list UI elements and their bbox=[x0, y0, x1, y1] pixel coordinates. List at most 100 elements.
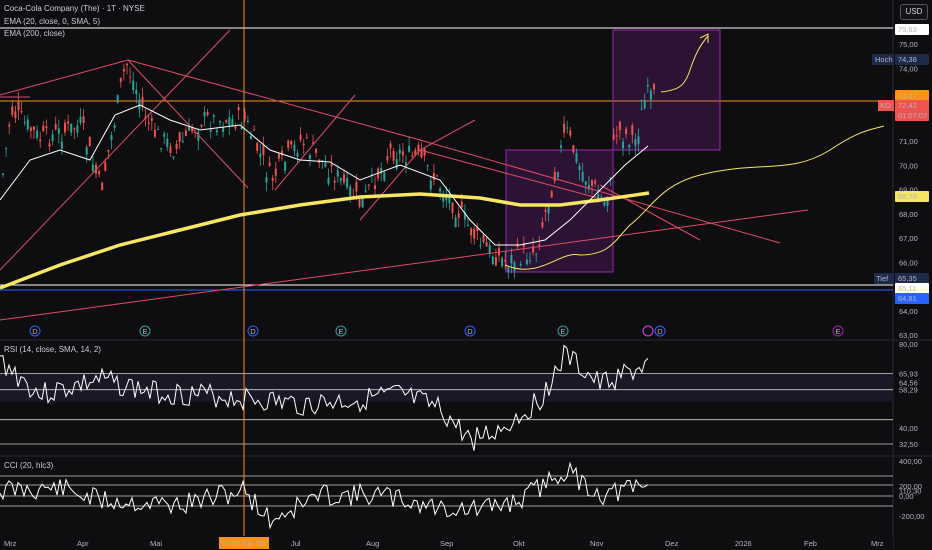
candle bbox=[560, 145, 562, 148]
candle bbox=[470, 228, 473, 236]
time-axis-label: Apr bbox=[77, 539, 89, 548]
chart-canvas[interactable]: DEDEDEDE75,0074,0073,0072,0071,0070,0069… bbox=[0, 0, 932, 550]
blue1-tag-text: 65,11 bbox=[898, 284, 916, 293]
candle bbox=[594, 180, 597, 184]
time-axis-label: Dez bbox=[665, 539, 679, 548]
candle bbox=[119, 77, 122, 82]
candle bbox=[432, 173, 435, 181]
candle bbox=[485, 241, 488, 247]
candle bbox=[299, 134, 302, 140]
candle bbox=[513, 262, 516, 272]
candle bbox=[60, 141, 63, 149]
candle bbox=[553, 171, 556, 182]
candle bbox=[628, 144, 631, 148]
candle bbox=[135, 89, 138, 95]
candle bbox=[591, 180, 593, 186]
candle bbox=[600, 196, 603, 198]
candle bbox=[575, 152, 578, 163]
candle bbox=[439, 188, 442, 192]
price-axis-label: 75,00 bbox=[899, 40, 918, 49]
candle bbox=[491, 256, 494, 264]
candle bbox=[398, 149, 401, 154]
candle bbox=[618, 121, 621, 131]
rsi-legend[interactable]: RSI (14, close, SMA, 14, 2) bbox=[4, 345, 101, 354]
candle bbox=[271, 178, 274, 181]
candle bbox=[215, 130, 218, 133]
event-marker-label: E bbox=[338, 327, 343, 336]
candle bbox=[519, 264, 522, 266]
candle bbox=[488, 244, 491, 254]
candle bbox=[79, 116, 82, 123]
currency-button[interactable]: USD bbox=[900, 4, 928, 20]
time-axis-label: Mrz bbox=[871, 539, 884, 548]
candle bbox=[246, 121, 249, 123]
candle bbox=[209, 129, 212, 132]
chart-title: Coca-Cola Company (The) · 1T · NYSE bbox=[4, 4, 145, 13]
candle bbox=[42, 125, 45, 132]
top-value-tag-text: 75,63 bbox=[898, 25, 917, 34]
candle bbox=[572, 145, 575, 153]
candle bbox=[615, 135, 618, 137]
candle bbox=[426, 165, 429, 167]
candle bbox=[175, 143, 178, 149]
event-marker-label: E bbox=[560, 327, 565, 336]
candle bbox=[460, 201, 463, 208]
candle bbox=[104, 162, 107, 171]
candle bbox=[67, 121, 70, 124]
candle bbox=[361, 197, 364, 208]
candle bbox=[392, 150, 395, 161]
cci-axis-label: 400,00 bbox=[899, 457, 922, 466]
candle bbox=[110, 135, 113, 140]
candle bbox=[467, 224, 469, 226]
rsi-axis-label: 65,93 bbox=[899, 370, 918, 379]
candle bbox=[584, 181, 587, 185]
price-axis-label: 67,00 bbox=[899, 234, 918, 243]
rsi-axis-label: 58,29 bbox=[899, 386, 918, 395]
event-marker-label: D bbox=[32, 327, 38, 336]
candle bbox=[203, 111, 206, 117]
candle bbox=[321, 160, 324, 162]
candle bbox=[45, 126, 48, 129]
candle bbox=[401, 151, 404, 156]
price-axis-label: 66,00 bbox=[899, 258, 918, 267]
candle bbox=[14, 111, 17, 119]
candle bbox=[510, 254, 513, 264]
candle bbox=[349, 186, 352, 196]
event-marker-label: E bbox=[835, 327, 840, 336]
cci-axis-label: -200,00 bbox=[899, 512, 924, 521]
ema200-value-tag-text: 68,78 bbox=[898, 192, 917, 201]
candle bbox=[222, 127, 225, 133]
candle bbox=[153, 129, 156, 137]
candle bbox=[501, 257, 504, 267]
candle bbox=[339, 178, 342, 181]
candle bbox=[101, 182, 104, 191]
candle bbox=[535, 253, 538, 255]
candle bbox=[544, 209, 547, 212]
candle bbox=[287, 140, 290, 148]
candle bbox=[23, 121, 26, 123]
candle bbox=[20, 111, 23, 113]
high-label-text: Hoch bbox=[875, 55, 893, 64]
candle bbox=[250, 135, 252, 139]
price-axis-label: 70,00 bbox=[899, 161, 918, 170]
candle bbox=[389, 143, 392, 149]
event-marker-label: D bbox=[467, 327, 473, 336]
candle bbox=[51, 134, 54, 142]
candle bbox=[504, 259, 507, 262]
candle bbox=[327, 177, 330, 184]
price-pane bbox=[0, 0, 893, 340]
candle bbox=[312, 142, 314, 144]
candle bbox=[113, 125, 116, 128]
candle bbox=[457, 213, 460, 218]
cci-legend[interactable]: CCI (20, hlc3) bbox=[4, 461, 53, 470]
ema20-legend[interactable]: EMA (20, close, 0, SMA, 5) bbox=[4, 17, 100, 26]
candle bbox=[57, 128, 60, 134]
candle bbox=[649, 90, 652, 100]
candle bbox=[308, 155, 311, 159]
candle bbox=[259, 153, 262, 158]
candle bbox=[479, 245, 482, 247]
candle bbox=[122, 68, 125, 72]
candle bbox=[569, 130, 572, 136]
candle bbox=[550, 191, 553, 198]
ema200-legend[interactable]: EMA (200, close) bbox=[4, 29, 65, 38]
